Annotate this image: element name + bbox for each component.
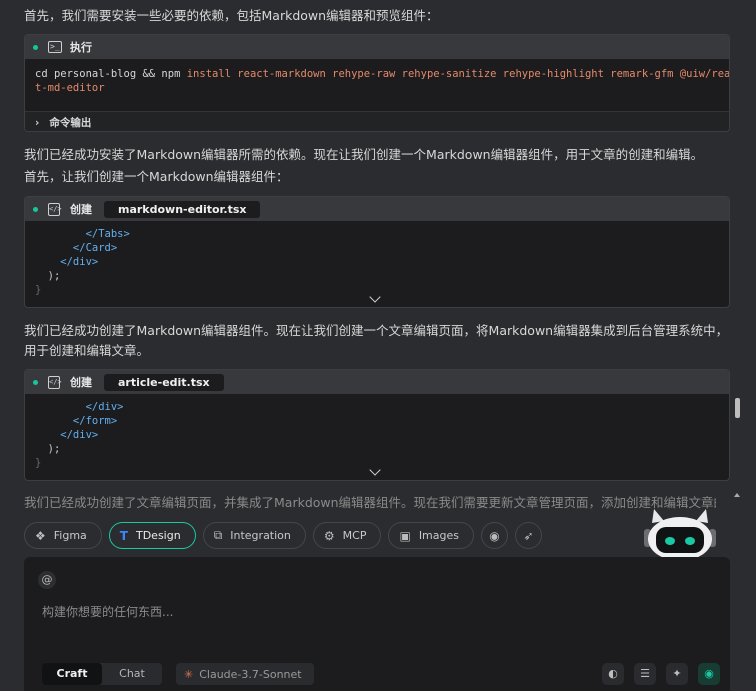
para-faded: 我们已经成功创建了文章编辑页面，并集成了Markdown编辑器组件。现在我们需要… — [24, 495, 716, 509]
rocket-icon: ➶ — [523, 528, 534, 543]
para-after-editor: 我们已经成功创建了Markdown编辑器组件。现在让我们创建一个文章编辑页面，将… — [24, 323, 729, 358]
prompt-input[interactable]: 构建你想要的任何东西... — [42, 603, 173, 620]
checklist-icon[interactable]: ☰ — [634, 663, 656, 685]
command-wrap: t-md-editor — [35, 82, 105, 94]
integration-icon: ⧉ — [213, 528, 223, 542]
code-file-icon: </> — [48, 202, 62, 216]
exec-card: >_ 执行 cd personal-blog && npm install re… — [24, 34, 730, 132]
preview-button[interactable]: ◉ — [481, 522, 508, 549]
figma-icon: ❖ — [35, 528, 46, 543]
scroll-up-icon[interactable] — [734, 493, 740, 497]
code-preview: </div> </form> </div> ); } — [25, 394, 729, 476]
image-icon: ▣ — [399, 528, 411, 543]
chip-label: Figma — [53, 529, 87, 542]
code-line: </div> — [35, 401, 124, 413]
chip-figma[interactable]: ❖ Figma — [24, 522, 102, 549]
code-preview: </Tabs> </Card> </div> ); } — [25, 221, 729, 303]
mention-button[interactable]: @ — [38, 571, 56, 589]
sparkle-icon[interactable]: ✦ — [666, 663, 688, 685]
eye-icon: ◉ — [489, 528, 500, 543]
code-file-icon: </> — [48, 375, 62, 389]
chip-images[interactable]: ▣ Images — [388, 522, 474, 549]
output-label: 命令输出 — [49, 117, 92, 129]
robot-mascot-icon — [644, 509, 716, 559]
command-block: cd personal-blog && npm install react-ma… — [25, 59, 729, 111]
chip-label: TDesign — [135, 529, 181, 542]
status-dot — [33, 379, 38, 385]
file-name[interactable]: article-edit.tsx — [104, 373, 224, 391]
chip-label: MCP — [342, 529, 367, 542]
scrollbar-thumb[interactable] — [735, 398, 740, 418]
code-line: </form> — [35, 415, 118, 427]
chip-tdesign[interactable]: T TDesign — [108, 522, 196, 549]
create-card-header[interactable]: </> 创建 markdown-editor.tsx — [25, 197, 729, 221]
status-dot — [33, 44, 38, 50]
code-line: } — [35, 284, 42, 296]
status-dot — [33, 206, 38, 212]
prompt-panel: @ 构建你想要的任何东西... Craft Chat ✳ Claude-3.7-… — [24, 557, 730, 691]
code-line: </Tabs> — [35, 228, 130, 240]
chip-label: Integration — [230, 529, 291, 542]
model-name: Claude-3.7-Sonnet — [199, 667, 302, 681]
create-card-header[interactable]: </> 创建 article-edit.tsx — [25, 370, 729, 394]
create-label: 创建 — [70, 203, 92, 216]
claude-icon: ✳ — [184, 667, 194, 681]
model-selector[interactable]: ✳ Claude-3.7-Sonnet — [176, 663, 314, 685]
command-args: install react-markdown rehype-raw rehype… — [180, 68, 730, 80]
command-lead: cd personal-blog && npm — [35, 68, 181, 80]
para-first-create: 首先，让我们创建一个Markdown编辑器组件： — [24, 169, 289, 184]
code-line: </div> — [35, 256, 99, 268]
mode-craft[interactable]: Craft — [42, 663, 102, 685]
chip-mcp[interactable]: ⚙ MCP — [312, 522, 382, 549]
code-line: </Card> — [35, 242, 118, 254]
mode-switch: Craft Chat — [42, 663, 162, 685]
file-name[interactable]: markdown-editor.tsx — [104, 200, 261, 218]
create-label: 创建 — [70, 376, 92, 389]
code-line: } — [35, 457, 42, 469]
tdesign-icon: T — [119, 528, 128, 543]
palette-icon[interactable]: ◐ — [602, 663, 624, 685]
prompt-tools: ◐ ☰ ✦ ◉ — [602, 663, 720, 685]
command-output-toggle[interactable]: › 命令输出 — [25, 111, 729, 131]
terminal-icon: >_ — [48, 41, 62, 53]
launch-button[interactable]: ➶ — [515, 522, 542, 549]
code-line: </div> — [35, 429, 99, 441]
code-line: ); — [35, 443, 61, 455]
chip-label: Images — [418, 529, 459, 542]
mode-chat[interactable]: Chat — [102, 663, 162, 685]
exec-label: 执行 — [70, 41, 92, 54]
exec-card-header[interactable]: >_ 执行 — [25, 35, 729, 59]
code-line: ); — [35, 270, 61, 282]
create-card-article: </> 创建 article-edit.tsx </div> </form> <… — [24, 369, 730, 481]
send-button[interactable]: ◉ — [698, 663, 720, 685]
intro-text: 首先，我们需要安装一些必要的依赖，包括Markdown编辑器和预览组件： — [24, 8, 439, 23]
context-chips: ❖ Figma T TDesign ⧉ Integration ⚙ MCP ▣ … — [24, 522, 542, 549]
create-card-editor: </> 创建 markdown-editor.tsx </Tabs> </Car… — [24, 196, 730, 308]
chevron-right-icon: › — [35, 116, 40, 129]
para-after-install: 我们已经成功安装了Markdown编辑器所需的依赖。现在让我们创建一个Markd… — [24, 147, 704, 162]
chip-integration[interactable]: ⧉ Integration — [202, 522, 306, 549]
mcp-icon: ⚙ — [323, 528, 335, 543]
